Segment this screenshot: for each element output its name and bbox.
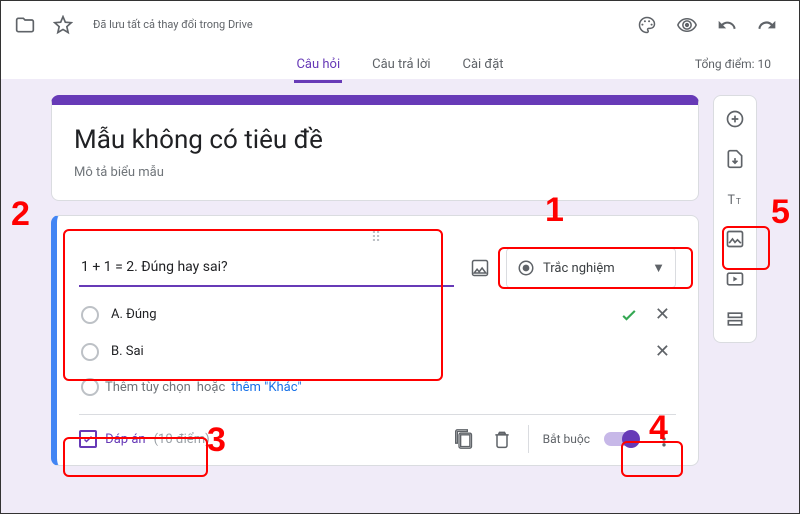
side-toolbar: TT [713,95,757,343]
form-description[interactable]: Mô tả biểu mẫu [74,165,676,180]
annotation-3: 3 [207,421,226,460]
tabs: Câu hỏi Câu trả lời Cài đặt Tổng điểm: 1… [13,49,787,83]
annotation-box-3 [63,437,208,477]
or-text: hoặc [197,380,225,395]
import-question-button[interactable] [718,142,752,176]
duplicate-icon[interactable] [452,427,476,451]
star-icon[interactable] [51,13,75,37]
redo-icon[interactable] [755,13,779,37]
palette-icon[interactable] [635,13,659,37]
annotation-box-5 [722,226,770,270]
annotation-5: 5 [771,193,790,232]
form-title[interactable]: Mẫu không có tiêu đề [74,125,676,155]
image-icon[interactable] [468,256,492,280]
svg-text:T: T [736,197,741,207]
annotation-box-1 [498,247,693,289]
annotation-1: 1 [545,191,564,230]
add-question-button[interactable] [718,102,752,136]
annotation-box-2 [63,229,443,381]
check-icon [619,305,639,325]
folder-icon[interactable] [13,13,37,37]
add-section-button[interactable] [718,302,752,336]
svg-text:T: T [728,193,736,208]
add-other-button[interactable]: thêm "Khác" [231,380,301,395]
tab-settings[interactable]: Cài đặt [461,49,506,83]
total-points: Tổng điểm: 10 [695,57,771,71]
add-option-button[interactable]: Thêm tùy chọn [105,380,191,395]
preview-icon[interactable] [675,13,699,37]
remove-option-button[interactable]: ✕ [651,341,674,362]
tab-questions[interactable]: Câu hỏi [294,49,342,83]
remove-option-button[interactable]: ✕ [651,304,674,325]
undo-icon[interactable] [715,13,739,37]
form-header-card[interactable]: Mẫu không có tiêu đề Mô tả biểu mẫu [51,95,699,201]
save-status: Đã lưu tất cả thay đổi trong Drive [93,18,621,32]
required-label: Bắt buộc [543,432,590,446]
annotation-4: 4 [649,409,668,448]
annotation-2: 2 [11,195,30,234]
tab-responses[interactable]: Câu trả lời [370,49,432,83]
add-title-button[interactable]: TT [718,182,752,216]
delete-icon[interactable] [490,427,514,451]
